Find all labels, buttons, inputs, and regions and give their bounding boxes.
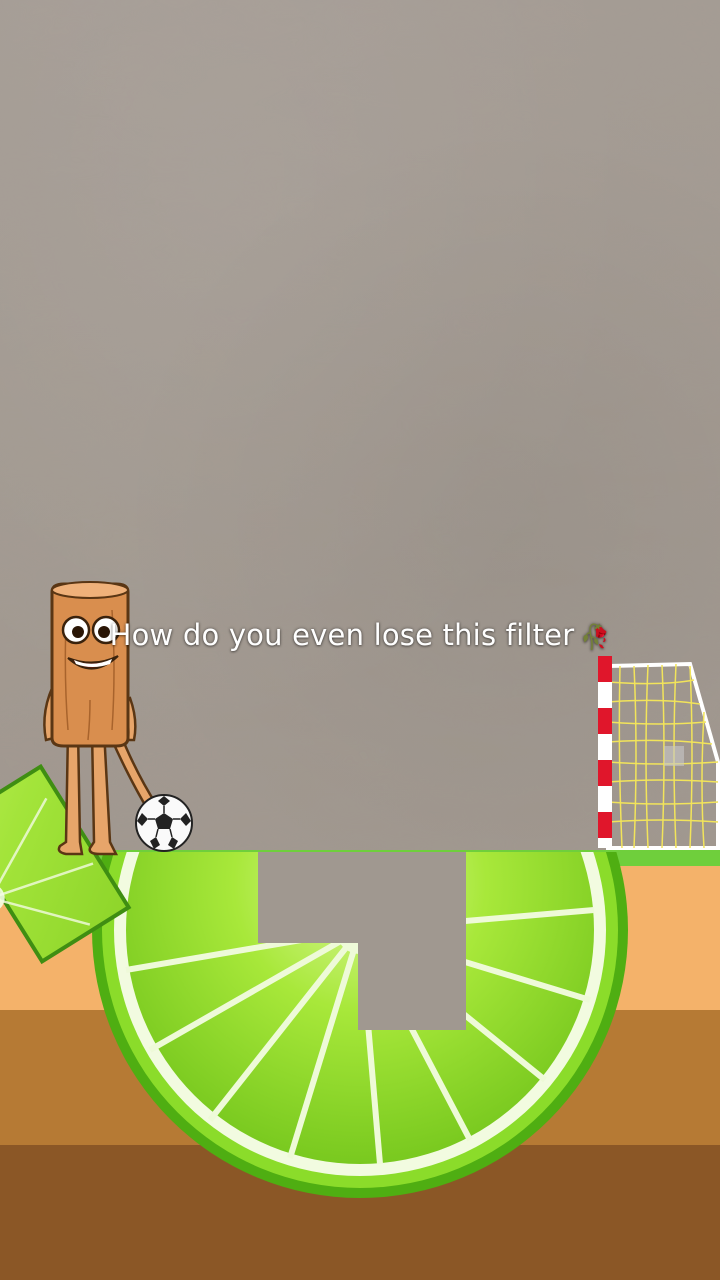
game-stage: How do you even lose this filter 🥀 bbox=[0, 0, 720, 1280]
video-caption: How do you even lose this filter 🥀 bbox=[0, 618, 720, 652]
caption-text: How do you even lose this filter bbox=[109, 618, 575, 652]
soccer-goal bbox=[598, 656, 720, 850]
wilted-rose-icon: 🥀 bbox=[580, 623, 611, 651]
soccer-ball-icon[interactable] bbox=[134, 793, 194, 853]
